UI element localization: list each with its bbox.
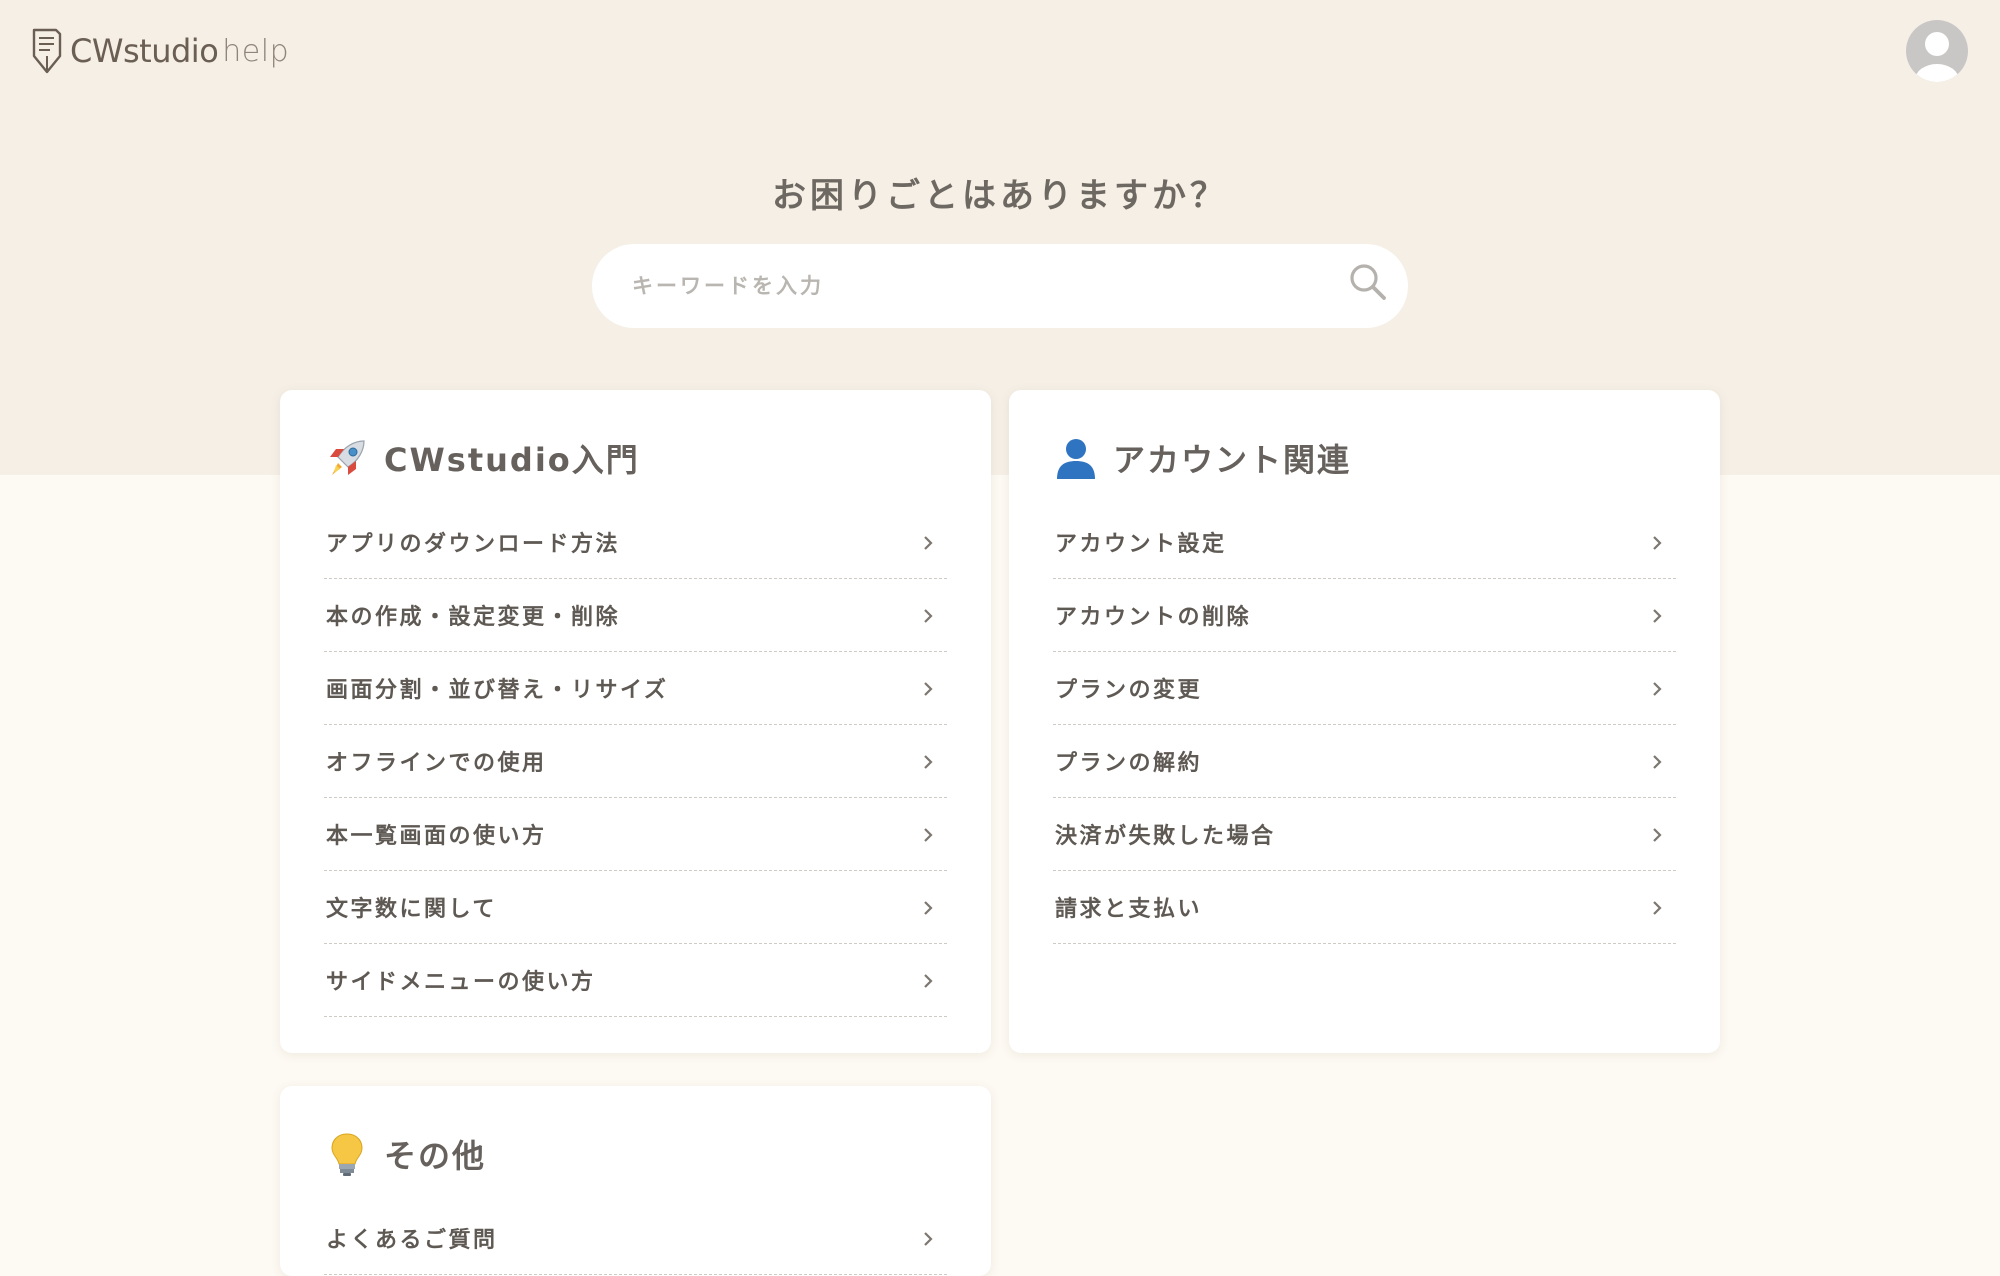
- list-item-label: 本の作成・設定変更・削除: [326, 605, 621, 630]
- card-other: その他 よくあるご質問: [280, 1086, 991, 1276]
- list-item-label: 請求と支払い: [1055, 897, 1203, 922]
- list-item-label: 本一覧画面の使い方: [326, 824, 547, 849]
- list-item-label: アプリのダウンロード方法: [326, 532, 621, 557]
- list-item-label: 画面分割・並び替え・リサイズ: [326, 678, 669, 703]
- list-item-label: オフラインでの使用: [326, 751, 547, 776]
- list-item[interactable]: サイドメニューの使い方: [324, 944, 947, 1017]
- chevron-right-icon: [924, 609, 933, 623]
- list-item[interactable]: 本の作成・設定変更・削除: [324, 579, 947, 652]
- list-item-label: アカウントの削除: [1055, 605, 1252, 630]
- logo[interactable]: CWstudio help: [30, 26, 289, 76]
- list-item[interactable]: アカウント設定: [1053, 506, 1676, 579]
- chevron-right-icon: [924, 901, 933, 915]
- topic-list: アカウント設定 アカウントの削除 プランの変更 プランの解約 決済が失敗した場合…: [1053, 506, 1676, 944]
- rocket-icon: [330, 440, 365, 475]
- list-item[interactable]: アカウントの削除: [1053, 579, 1676, 652]
- list-item-label: よくあるご質問: [326, 1228, 498, 1253]
- chevron-right-icon: [924, 1232, 933, 1246]
- chevron-right-icon: [924, 755, 933, 769]
- chevron-right-icon: [1653, 609, 1662, 623]
- chevron-right-icon: [1653, 901, 1662, 915]
- list-item[interactable]: 請求と支払い: [1053, 871, 1676, 944]
- list-item-label: プランの変更: [1055, 678, 1203, 703]
- chevron-right-icon: [924, 682, 933, 696]
- list-item[interactable]: 文字数に関して: [324, 871, 947, 944]
- card-title: その他: [324, 1130, 486, 1178]
- list-item[interactable]: 決済が失敗した場合: [1053, 798, 1676, 871]
- search-icon[interactable]: [1348, 262, 1388, 302]
- search-bar: [592, 244, 1408, 328]
- user-avatar-icon[interactable]: [1906, 20, 1968, 82]
- topic-list: アプリのダウンロード方法 本の作成・設定変更・削除 画面分割・並び替え・リサイズ…: [324, 506, 947, 1017]
- list-item[interactable]: オフラインでの使用: [324, 725, 947, 798]
- avatar-silhouette: [1915, 32, 1959, 82]
- list-item[interactable]: 本一覧画面の使い方: [324, 798, 947, 871]
- page-title: お困りごとはありますか？: [772, 176, 1228, 216]
- light-bulb-icon: [331, 1133, 363, 1176]
- chevron-right-icon: [924, 536, 933, 550]
- list-item-label: プランの解約: [1055, 751, 1203, 776]
- header: CWstudio help: [0, 0, 2000, 110]
- card-title-text: アカウント関連: [1113, 441, 1352, 479]
- chevron-right-icon: [1653, 682, 1662, 696]
- brand-name: CWstudio: [70, 32, 219, 70]
- chevron-right-icon: [1653, 755, 1662, 769]
- card-title-text: その他: [384, 1137, 487, 1175]
- chevron-right-icon: [1653, 536, 1662, 550]
- chevron-right-icon: [1653, 828, 1662, 842]
- list-item[interactable]: アプリのダウンロード方法: [324, 506, 947, 579]
- list-item[interactable]: よくあるご質問: [324, 1202, 947, 1275]
- chevron-right-icon: [924, 974, 933, 988]
- list-item[interactable]: プランの解約: [1053, 725, 1676, 798]
- card-title: CWstudio入門: [324, 434, 640, 482]
- list-item-label: サイドメニューの使い方: [326, 970, 596, 995]
- topic-list: よくあるご質問: [324, 1202, 947, 1275]
- brand-suffix: help: [222, 33, 290, 69]
- card-getting-started: CWstudio入門 アプリのダウンロード方法 本の作成・設定変更・削除 画面分…: [280, 390, 991, 1053]
- person-icon: [1057, 439, 1095, 479]
- card-title: アカウント関連: [1053, 434, 1351, 482]
- card-title-text: CWstudio入門: [384, 441, 640, 479]
- pen-document-icon: [32, 28, 62, 74]
- search-input[interactable]: [632, 244, 1312, 328]
- list-item-label: アカウント設定: [1055, 532, 1227, 557]
- card-account: アカウント関連 アカウント設定 アカウントの削除 プランの変更 プランの解約 決…: [1009, 390, 1720, 1053]
- list-item-label: 決済が失敗した場合: [1055, 824, 1276, 849]
- list-item[interactable]: 画面分割・並び替え・リサイズ: [324, 652, 947, 725]
- list-item-label: 文字数に関して: [326, 897, 497, 922]
- list-item[interactable]: プランの変更: [1053, 652, 1676, 725]
- chevron-right-icon: [924, 828, 933, 842]
